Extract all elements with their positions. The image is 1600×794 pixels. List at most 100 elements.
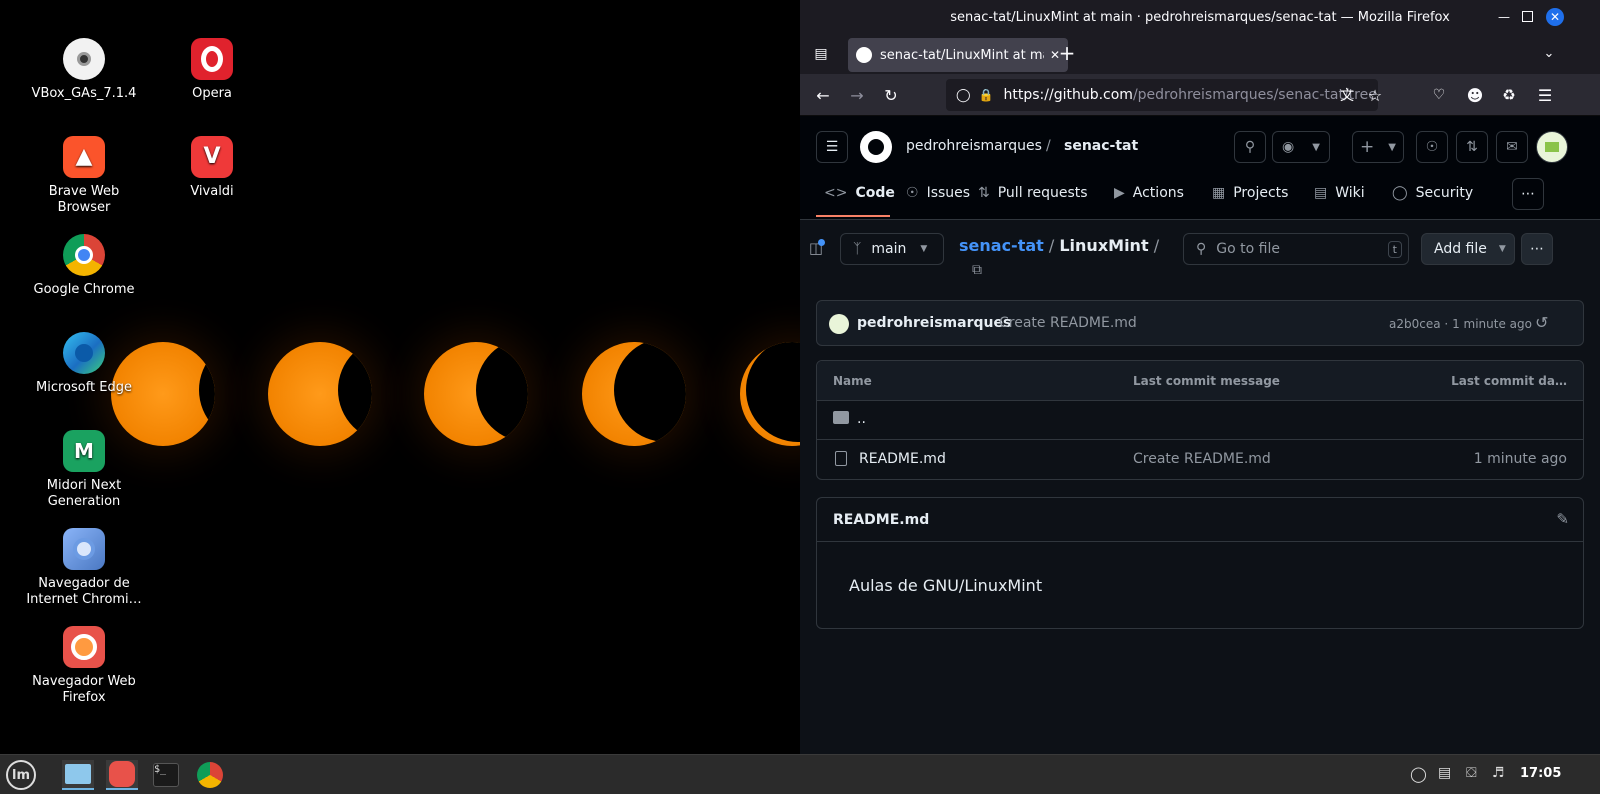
chevron-down-icon: ▼ (1312, 141, 1320, 153)
readme-title[interactable]: README.md (833, 512, 929, 528)
url-host: https://github.com (1003, 87, 1133, 103)
file-table: Name Last commit message Last commit da…… (816, 360, 1584, 480)
new-tab-icon[interactable]: + (1056, 41, 1078, 65)
pull-requests-icon[interactable]: ⇅ (1456, 131, 1488, 163)
translate-icon[interactable]: 文 (1336, 84, 1358, 106)
tab-issues[interactable]: ☉ Issues (906, 182, 970, 204)
issues-icon[interactable]: ☉ (1416, 131, 1448, 163)
tab-bar: ▤ senac-tat/LinuxMint at main ✕ + ⌄ (800, 34, 1600, 74)
tab-security[interactable]: ◯ Security (1392, 182, 1473, 204)
close-window-icon[interactable]: ✕ (1546, 8, 1564, 26)
more-tabs-icon[interactable]: ⋯ (1512, 178, 1544, 210)
desktop-icon-edge[interactable]: Microsoft Edge (26, 332, 142, 396)
desktop-icon-chromium[interactable]: Navegador de Internet Chromi… (26, 528, 142, 608)
create-new-button[interactable]: + ▼ (1352, 131, 1404, 163)
edge-icon (63, 332, 105, 374)
back-icon[interactable]: ← (812, 84, 834, 106)
desktop-icon-firefox[interactable]: Navegador Web Firefox (26, 626, 142, 706)
add-file-button[interactable]: Add file ▼ (1421, 233, 1515, 265)
parent-directory-link[interactable]: .. (857, 411, 866, 427)
taskbar: lm $_ ◯ ▤ ⛋ ♬ 17:05 (0, 754, 1600, 794)
tab-actions[interactable]: ▶ Actions (1114, 182, 1184, 204)
taskbar-files[interactable] (62, 760, 94, 790)
app-menu-icon[interactable]: ☰ (1534, 84, 1556, 106)
forward-icon[interactable]: → (846, 84, 868, 106)
volume-icon[interactable]: ♬ (1492, 765, 1505, 781)
minimize-icon[interactable]: — (1496, 9, 1512, 25)
inbox-icon[interactable]: ✉ (1496, 131, 1528, 163)
desktop-icon-label: Navegador de Internet Chromi… (26, 576, 142, 607)
taskbar-firefox[interactable] (106, 760, 138, 790)
firefox-icon (109, 761, 135, 787)
copilot-button[interactable]: ◉ ▼ (1272, 131, 1330, 163)
account-icon[interactable]: ☻ (1464, 84, 1486, 106)
plus-icon: + (1360, 137, 1375, 157)
branch-selector[interactable]: ᛉ main ▼ (840, 233, 944, 265)
readme-box: README.md ✎ Aulas de GNU/LinuxMint (816, 497, 1584, 629)
brave-lion-icon: ▲ (63, 136, 105, 178)
file-commit-message-link[interactable]: Create README.md (1133, 451, 1271, 467)
wallpaper-eclipse-3 (424, 342, 528, 446)
desktop-icon-opera[interactable]: Opera (154, 38, 270, 102)
desktop-icon-chrome[interactable]: Google Chrome (26, 234, 142, 298)
repo-owner-link[interactable]: pedrohreismarques (906, 138, 1042, 154)
column-header-date: Last commit da… (1451, 374, 1567, 388)
tab-pull-requests[interactable]: ⇅ Pull requests (978, 182, 1088, 204)
search-icon[interactable]: ⚲ (1234, 131, 1266, 163)
desktop-icon-brave[interactable]: ▲ Brave Web Browser (26, 136, 142, 216)
desktop-icon-vivaldi[interactable]: V Vivaldi (154, 136, 270, 200)
extensions-icon[interactable]: ♻ (1498, 84, 1520, 106)
folder-icon (65, 764, 91, 784)
window-titlebar[interactable]: senac-tat/LinuxMint at main · pedrohreis… (800, 0, 1600, 34)
chevron-down-icon[interactable]: ⌄ (1538, 42, 1560, 64)
browser-tab[interactable]: senac-tat/LinuxMint at main ✕ (848, 38, 1068, 72)
hamburger-menu-icon[interactable]: ☰ (816, 131, 848, 163)
taskbar-terminal[interactable]: $_ (150, 760, 182, 790)
commit-author-avatar (829, 314, 849, 334)
breadcrumb-repo-link[interactable]: senac-tat (959, 236, 1044, 255)
network-icon[interactable]: ⛋ (1466, 765, 1477, 781)
commit-author-link[interactable]: pedrohreismarques (857, 315, 1011, 331)
go-to-file-placeholder: Go to file (1216, 241, 1280, 257)
table-row-parent[interactable]: .. (817, 401, 1583, 440)
edit-pencil-icon[interactable]: ✎ (1556, 510, 1569, 528)
table-row[interactable]: README.md Create README.md 1 minute ago (817, 440, 1583, 479)
code-icon: <> (824, 185, 848, 201)
desktop-icon-label: Midori Next Generation (46, 478, 122, 509)
repo-name-link[interactable]: senac-tat (1064, 138, 1138, 154)
copilot-icon: ◉ (1282, 139, 1295, 155)
tab-wiki[interactable]: ▤ Wiki (1314, 182, 1365, 204)
url-bar[interactable]: ◯ 🔒 https://github.com/pedrohreismarques… (946, 79, 1378, 111)
reload-icon[interactable]: ↻ (880, 84, 902, 106)
desktop-icon-midori[interactable]: M Midori Next Generation (26, 430, 142, 510)
start-menu-icon[interactable]: lm (6, 760, 36, 790)
taskbar-chrome[interactable] (194, 760, 226, 790)
desktop-icon-vbox[interactable]: VBox_GAs_7.1.4 (26, 38, 142, 102)
shield-icon[interactable]: ◯ (1410, 765, 1427, 783)
commit-message-link[interactable]: Create README.md (999, 315, 1137, 331)
chevron-down-icon: ▼ (920, 244, 928, 254)
github-logo-icon[interactable] (860, 131, 892, 163)
copy-path-icon[interactable]: ⧉ (972, 262, 988, 278)
go-to-file-input[interactable]: ⚲ Go to file t (1183, 233, 1409, 265)
tab-label: Wiki (1335, 185, 1365, 201)
more-options-icon[interactable]: ⋯ (1521, 233, 1553, 265)
chrome-icon (197, 762, 223, 788)
readme-content: Aulas de GNU/LinuxMint (849, 576, 1043, 595)
column-header-name: Name (833, 374, 872, 388)
bookmark-star-icon[interactable]: ☆ (1364, 84, 1386, 106)
file-name-link[interactable]: README.md (859, 451, 946, 467)
history-icon[interactable]: ↺ (1535, 313, 1548, 332)
commit-time: 1 minute ago (1452, 317, 1532, 331)
tab-code[interactable]: <> Code (824, 182, 895, 204)
avatar[interactable] (1536, 131, 1568, 163)
desktop-icon-label: Brave Web Browser (48, 184, 120, 215)
tab-projects[interactable]: ▦ Projects (1212, 182, 1288, 204)
commit-hash-link[interactable]: a2b0cea (1389, 317, 1441, 331)
notes-icon[interactable]: ▤ (1438, 765, 1451, 781)
clock[interactable]: 17:05 (1520, 766, 1561, 781)
tab-list-icon[interactable]: ▤ (810, 43, 832, 65)
pocket-icon[interactable]: ♡ (1428, 84, 1450, 106)
shield-icon: ◯ (1392, 185, 1408, 201)
maximize-icon[interactable] (1522, 11, 1533, 22)
